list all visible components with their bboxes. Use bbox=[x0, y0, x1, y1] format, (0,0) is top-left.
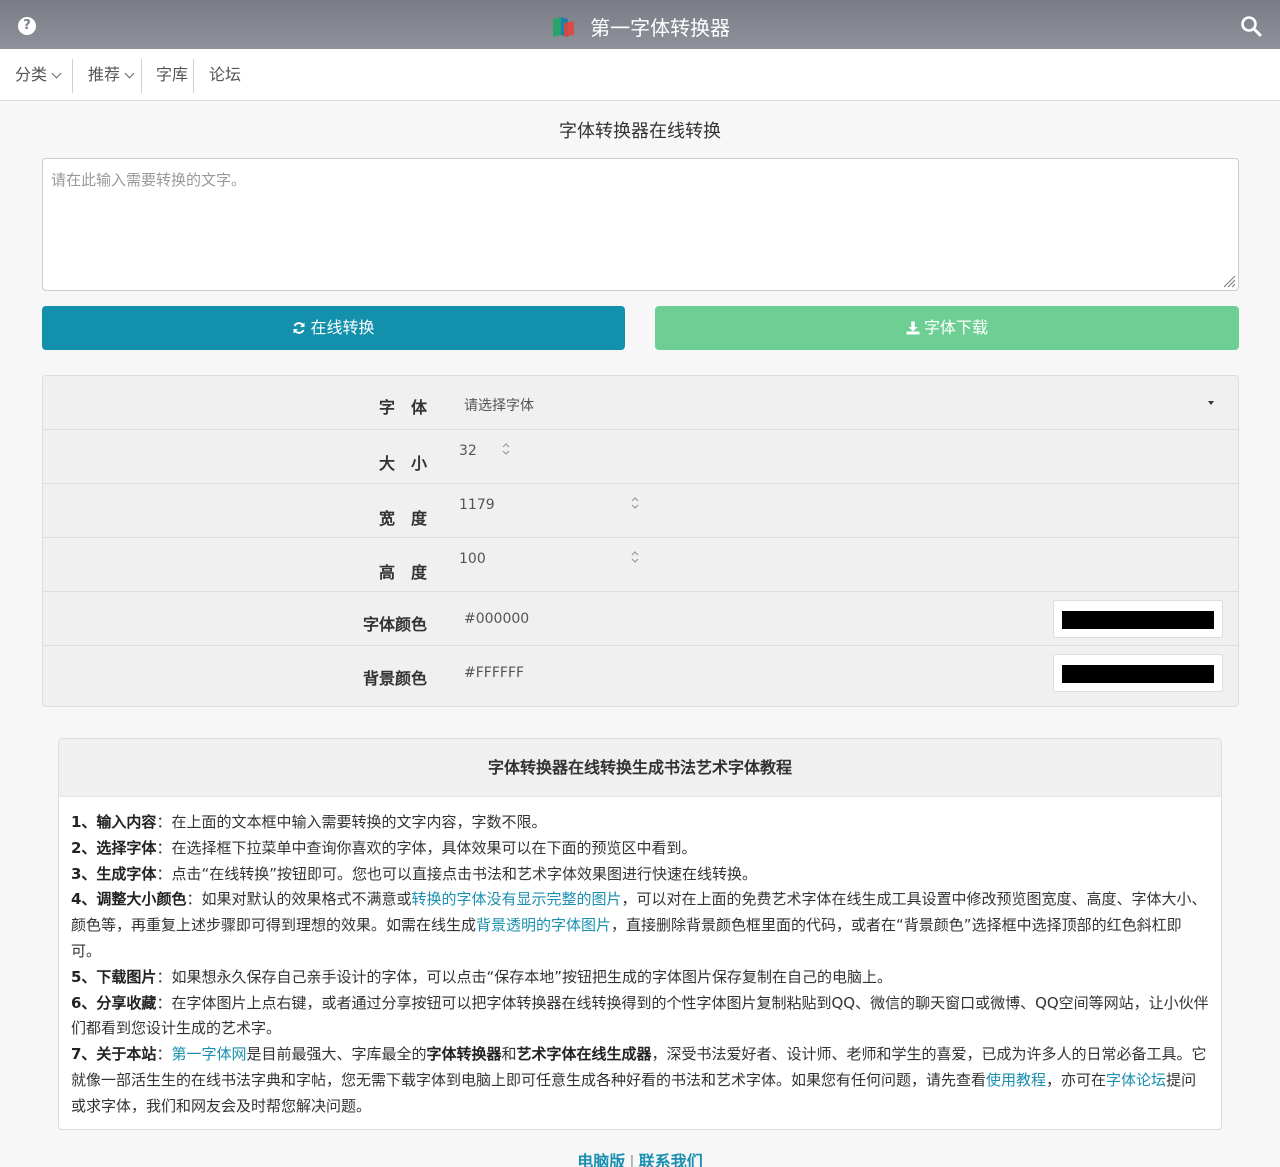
step-heading: 1、输入内容 bbox=[71, 813, 157, 831]
app-title-text: 第一字体转换器 bbox=[590, 16, 731, 40]
refresh-icon bbox=[293, 322, 305, 334]
step-heading: 6、分享收藏 bbox=[71, 993, 157, 1012]
step-text: 和 bbox=[501, 1045, 517, 1064]
nav-item-label: 分类 bbox=[15, 65, 48, 84]
tutorial-step: 5、下载图片：如果想永久保存自己亲手设计的字体，可以点击“保存本地”按钮把生成的… bbox=[71, 965, 1209, 991]
width-input[interactable]: 1179 bbox=[459, 497, 495, 513]
size-label: 大 小 bbox=[378, 454, 427, 473]
step-heading: 3、生成字体 bbox=[71, 864, 157, 883]
text-input[interactable] bbox=[42, 158, 1239, 291]
app-title[interactable]: 第一字体转换器 bbox=[0, 12, 1280, 41]
spinner-icon[interactable] bbox=[629, 494, 641, 512]
chevron-down-icon bbox=[51, 68, 62, 79]
download-button-label: 字体下载 bbox=[923, 318, 988, 337]
nav-bar: 分类 推荐 字库 论坛 bbox=[0, 49, 1280, 101]
step-text: ：在上面的文本框中输入需要转换的文字内容，字数不限。 bbox=[156, 813, 547, 831]
bg-color-row: 背景颜色 #FFFFFF bbox=[43, 646, 1238, 700]
convert-button-label: 在线转换 bbox=[310, 318, 375, 337]
tutorial-body: 1、输入内容：在上面的文本框中输入需要转换的文字内容，字数不限。 2、选择字体：… bbox=[59, 797, 1221, 1120]
height-row: 高 度 100 bbox=[43, 538, 1238, 592]
tutorial-step: 3、生成字体：点击“在线转换”按钮即可。您也可以直接点击书法和艺术字体效果图进行… bbox=[71, 862, 1209, 888]
step-heading: 2、选择字体 bbox=[71, 838, 157, 857]
bg-color-input[interactable]: #FFFFFF bbox=[464, 665, 524, 681]
convert-button[interactable]: 在线转换 bbox=[42, 306, 625, 350]
size-input[interactable]: 32 bbox=[459, 443, 477, 459]
page-title: 字体转换器在线转换 bbox=[559, 121, 721, 142]
font-row: 字 体 请选择字体 bbox=[43, 376, 1238, 430]
footer: 电脑版 | 联系我们 bbox=[0, 1148, 1280, 1167]
width-row: 宽 度 1179 bbox=[43, 484, 1238, 538]
usage-tutorial-link[interactable]: 使用教程 bbox=[986, 1071, 1046, 1089]
spinner-icon[interactable] bbox=[500, 440, 512, 458]
tutorial-step: 2、选择字体：在选择框下拉菜单中查询你喜欢的字体，具体效果可以在下面的预览区中看… bbox=[71, 836, 1209, 862]
step-text: ：点击“在线转换”按钮即可。您也可以直接点击书法和艺术字体效果图进行快速在线转换… bbox=[156, 864, 757, 883]
transparent-bg-link[interactable]: 背景透明的字体图片 bbox=[476, 916, 611, 934]
color-swatch-fill bbox=[1062, 611, 1214, 629]
tutorial-step: 7、关于本站：第一字体网是目前最强大、字库最全的字体转换器和艺术字体在线生成器 ，… bbox=[71, 1042, 1209, 1119]
step-text: ：如果想永久保存自己亲手设计的字体，可以点击“保存本地”按钮把生成的字体图片保存… bbox=[156, 967, 893, 986]
settings-panel: 字 体 请选择字体 大 小 32 宽 度 1179 高 度 100 字体颜色 #… bbox=[42, 375, 1239, 707]
step-text: 是目前最强大、字库最全的 bbox=[246, 1045, 427, 1064]
tutorial-step: 1、输入内容：在上面的文本框中输入需要转换的文字内容，字数不限。 bbox=[71, 810, 1209, 836]
step-text: ： bbox=[156, 1045, 172, 1064]
step-bold: 字体转换器 bbox=[426, 1045, 502, 1064]
nav-divider bbox=[72, 59, 73, 93]
step-heading: 7、关于本站 bbox=[71, 1045, 157, 1064]
search-icon[interactable] bbox=[1240, 15, 1262, 37]
tutorial-step: 4、调整大小颜色：如果对默认的效果格式不满意或转换的字体没有显示完整的图片，可以… bbox=[71, 887, 1209, 964]
nav-item-recommend[interactable]: 推荐 bbox=[88, 49, 135, 101]
contact-us-link[interactable]: 联系我们 bbox=[639, 1152, 703, 1167]
nav-item-label: 论坛 bbox=[209, 65, 242, 84]
site-link[interactable]: 第一字体网 bbox=[171, 1045, 246, 1063]
resize-grip-icon[interactable] bbox=[1222, 274, 1236, 288]
download-icon bbox=[906, 321, 920, 335]
font-color-row: 字体颜色 #000000 bbox=[43, 592, 1238, 646]
bg-color-swatch[interactable] bbox=[1053, 654, 1223, 692]
height-input[interactable]: 100 bbox=[459, 551, 486, 567]
step-text: ：在选择框下拉菜单中查询你喜欢的字体，具体效果可以在下面的预览区中看到。 bbox=[156, 838, 697, 857]
font-color-label: 字体颜色 bbox=[362, 615, 427, 634]
color-swatch-fill bbox=[1062, 665, 1214, 683]
incomplete-image-link[interactable]: 转换的字体没有显示完整的图片 bbox=[411, 890, 621, 908]
tutorial-card: 字体转换器在线转换生成书法艺术字体教程 1、输入内容：在上面的文本框中输入需要转… bbox=[58, 738, 1222, 1130]
width-label: 宽 度 bbox=[378, 509, 427, 528]
nav-item-category[interactable]: 分类 bbox=[15, 49, 62, 101]
top-bar: ? 第一字体转换器 bbox=[0, 0, 1280, 49]
font-label: 字 体 bbox=[378, 398, 427, 417]
nav-item-label: 字库 bbox=[156, 65, 189, 84]
pc-version-link[interactable]: 电脑版 bbox=[577, 1152, 625, 1167]
spinner-icon[interactable] bbox=[629, 548, 641, 566]
font-color-input[interactable]: #000000 bbox=[464, 611, 529, 627]
size-row: 大 小 32 bbox=[43, 430, 1238, 484]
height-label: 高 度 bbox=[378, 563, 427, 582]
bg-color-label: 背景颜色 bbox=[362, 669, 427, 688]
app-logo-icon bbox=[552, 16, 574, 37]
nav-divider bbox=[141, 59, 142, 93]
tutorial-title: 字体转换器在线转换生成书法艺术字体教程 bbox=[59, 739, 1221, 797]
font-color-swatch[interactable] bbox=[1053, 600, 1223, 638]
font-select[interactable]: 请选择字体 bbox=[464, 395, 534, 415]
caret-down-icon[interactable] bbox=[1208, 401, 1214, 405]
step-text: ：在字体图片上点右键，或者通过分享按钮可以把字体转换器在线转换得到的个性字体图片… bbox=[71, 993, 1209, 1038]
chevron-down-icon bbox=[124, 68, 135, 79]
nav-item-library[interactable]: 字库 bbox=[156, 49, 188, 101]
nav-item-forum[interactable]: 论坛 bbox=[209, 49, 241, 101]
step-bold: 艺术字体在线生成器 bbox=[516, 1045, 652, 1064]
step-heading: 5、下载图片 bbox=[71, 967, 157, 986]
font-forum-link[interactable]: 字体论坛 bbox=[1106, 1071, 1166, 1089]
step-text: ，亦可在 bbox=[1046, 1070, 1107, 1089]
step-heading: 4、调整大小颜色 bbox=[71, 890, 187, 909]
tutorial-step: 6、分享收藏：在字体图片上点右键，或者通过分享按钮可以把字体转换器在线转换得到的… bbox=[71, 991, 1209, 1043]
nav-divider bbox=[193, 59, 194, 93]
download-button[interactable]: 字体下载 bbox=[655, 306, 1239, 350]
nav-item-label: 推荐 bbox=[88, 65, 121, 84]
footer-separator: | bbox=[629, 1152, 635, 1167]
step-text: ：如果对默认的效果格式不满意或 bbox=[186, 890, 412, 909]
